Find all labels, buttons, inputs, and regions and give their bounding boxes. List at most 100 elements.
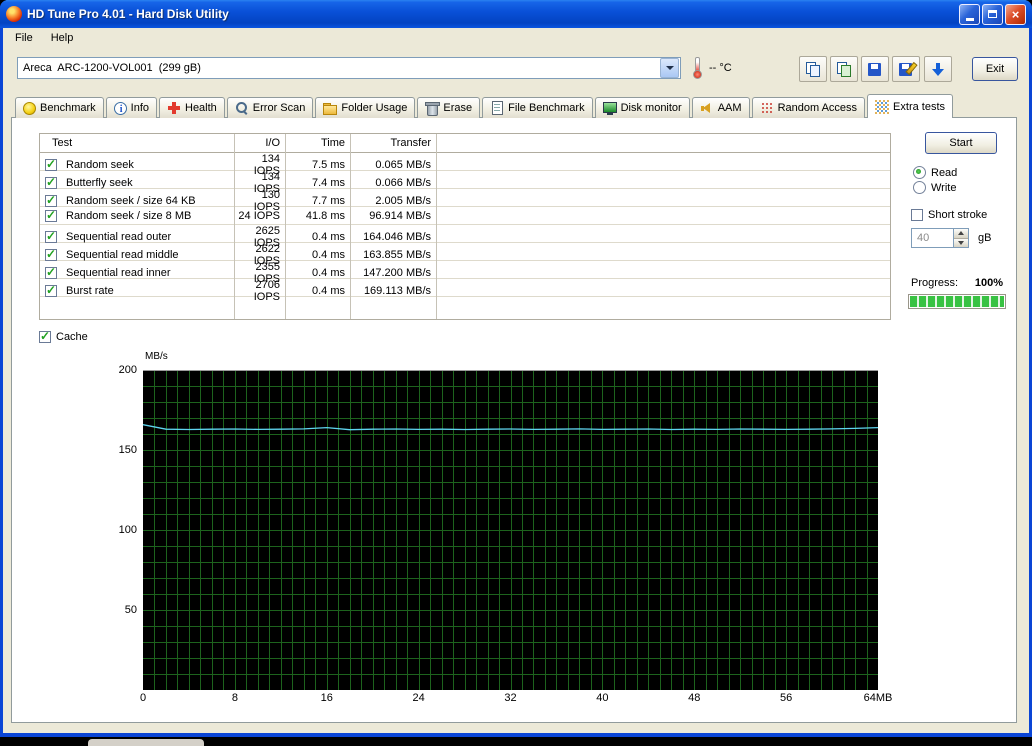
tab-label: Disk monitor: [620, 102, 682, 114]
table-header: Test I/O Time Transfer: [40, 134, 890, 153]
column-divider: [285, 134, 286, 319]
tab-extra-tests[interactable]: Extra tests: [867, 94, 954, 118]
test-checkbox[interactable]: [45, 157, 57, 171]
transfer-cell: 0.066 MB/s: [375, 177, 431, 189]
transfer-cell: 2.005 MB/s: [375, 195, 431, 207]
test-checkbox[interactable]: [45, 193, 57, 207]
tab-benchmark[interactable]: Benchmark: [15, 97, 104, 118]
close-button[interactable]: ×: [1005, 3, 1026, 25]
monitor-icon: [602, 101, 617, 115]
time-cell: 0.4 ms: [311, 231, 345, 243]
header-io: I/O: [265, 137, 280, 149]
taskbar: [0, 737, 1032, 746]
capture-button[interactable]: [924, 56, 952, 82]
toolbar-button-group: [799, 56, 920, 82]
table-row: Random seek134 IOPS7.5 ms0.065 MB/s: [40, 153, 890, 177]
tab-disk-monitor[interactable]: Disk monitor: [594, 97, 690, 118]
exit-button[interactable]: Exit: [972, 57, 1018, 81]
thermometer-icon: [693, 57, 702, 79]
drive-select-value: Areca ARC-1200-VOL001 (299 gB): [23, 62, 201, 74]
time-cell: 0.4 ms: [311, 267, 345, 279]
test-checkbox[interactable]: [45, 229, 57, 243]
y-tick-label: 150: [118, 444, 137, 456]
copy-icon: [805, 61, 821, 77]
start-button[interactable]: Start: [925, 132, 997, 154]
test-checkbox[interactable]: [45, 175, 57, 189]
save-text-button[interactable]: [892, 56, 920, 82]
tab-aam[interactable]: AAM: [691, 97, 750, 118]
cache-box[interactable]: [39, 329, 51, 343]
app-icon: [6, 6, 22, 22]
tab-bar: Benchmark Info Health Error Scan Folder Usag…: [15, 94, 955, 118]
x-tick-label: 0: [139, 692, 147, 704]
radio-read[interactable]: Read: [913, 166, 958, 179]
pencil-icon: [905, 61, 918, 75]
menu-file[interactable]: File: [6, 30, 42, 46]
minimize-icon: [965, 17, 974, 21]
taskbar-button[interactable]: [88, 739, 204, 746]
spinner-buttons: [953, 229, 968, 247]
tab-health[interactable]: Health: [159, 97, 225, 118]
short-stroke-stepper[interactable]: 40: [911, 228, 969, 248]
x-tick-label: 8: [231, 692, 238, 704]
minimize-button[interactable]: [959, 3, 980, 25]
maximize-icon: [988, 10, 997, 18]
menu-help[interactable]: Help: [42, 30, 83, 46]
drive-select-dropdown-button[interactable]: [660, 58, 679, 78]
tab-folder-usage[interactable]: Folder Usage: [315, 97, 416, 118]
short-stroke-box[interactable]: [911, 209, 923, 221]
tab-label: Health: [185, 102, 217, 114]
x-tick-label: 40: [596, 692, 609, 704]
copy-text-icon: [836, 61, 852, 77]
radio-write[interactable]: Write: [913, 181, 957, 194]
test-name: Random seek: [66, 159, 134, 171]
menu-bar: File Help: [6, 28, 1026, 48]
temperature-unit: °C: [719, 62, 732, 74]
test-checkbox[interactable]: [45, 247, 57, 261]
y-tick-label: 100: [118, 524, 137, 536]
app-window: HD Tune Pro 4.01 - Hard Disk Utility × F…: [0, 0, 1032, 737]
column-divider: [234, 134, 235, 319]
tab-erase[interactable]: Erase: [417, 97, 481, 118]
spin-down-button[interactable]: [954, 238, 968, 247]
transfer-cell: 0.065 MB/s: [375, 159, 431, 171]
table-row: Burst rate 2706 IOPS 0.4 ms 169.113 MB/s: [40, 279, 890, 303]
copy-text-button[interactable]: [830, 56, 858, 82]
short-stroke-checkbox[interactable]: Short stroke: [911, 209, 988, 221]
progress-value: 100%: [974, 277, 1003, 289]
drive-select[interactable]: Areca ARC-1200-VOL001 (299 gB): [17, 57, 681, 79]
tab-error-scan[interactable]: Error Scan: [226, 97, 314, 118]
column-divider: [436, 134, 437, 319]
radio-read-circle[interactable]: [913, 166, 926, 179]
time-cell: 41.8 ms: [305, 209, 345, 222]
test-checkbox[interactable]: [45, 208, 57, 222]
screen: HD Tune Pro 4.01 - Hard Disk Utility × F…: [0, 0, 1032, 746]
test-checkbox[interactable]: [45, 283, 57, 297]
copy-screenshot-button[interactable]: [799, 56, 827, 82]
cache-chart-svg: [142, 370, 879, 690]
maximize-button[interactable]: [982, 3, 1003, 25]
tab-random-access[interactable]: Random Access: [751, 97, 866, 118]
transfer-cell: 169.113 MB/s: [363, 285, 431, 297]
table-row: Random seek / size 64 KB130 IOPS7.7 ms2.…: [40, 189, 890, 213]
spin-up-button[interactable]: [954, 229, 968, 239]
x-tick-label: 64MB: [863, 692, 893, 704]
cache-checkbox[interactable]: Cache: [39, 329, 88, 343]
tab-file-benchmark[interactable]: File Benchmark: [482, 97, 593, 118]
radio-write-circle[interactable]: [913, 181, 926, 194]
random-icon: [759, 101, 774, 115]
test-name: Burst rate: [66, 285, 114, 297]
x-tick-label: 24: [412, 692, 425, 704]
test-checkbox[interactable]: [45, 265, 57, 279]
y-tick-label: 50: [124, 604, 137, 616]
short-stroke-label: Short stroke: [928, 209, 988, 221]
x-tick-label: 56: [780, 692, 793, 704]
tab-info[interactable]: Info: [105, 97, 157, 118]
y-tick-label: 200: [118, 364, 137, 376]
save-screenshot-button[interactable]: [861, 56, 889, 82]
test-name: Random seek / size 64 KB: [66, 195, 196, 207]
table-row: Sequential read outer2625 IOPS0.4 ms164.…: [40, 225, 890, 249]
y-axis-label: MB/s: [145, 351, 168, 362]
trash-icon: [425, 101, 441, 116]
extra-icon: [875, 99, 890, 114]
